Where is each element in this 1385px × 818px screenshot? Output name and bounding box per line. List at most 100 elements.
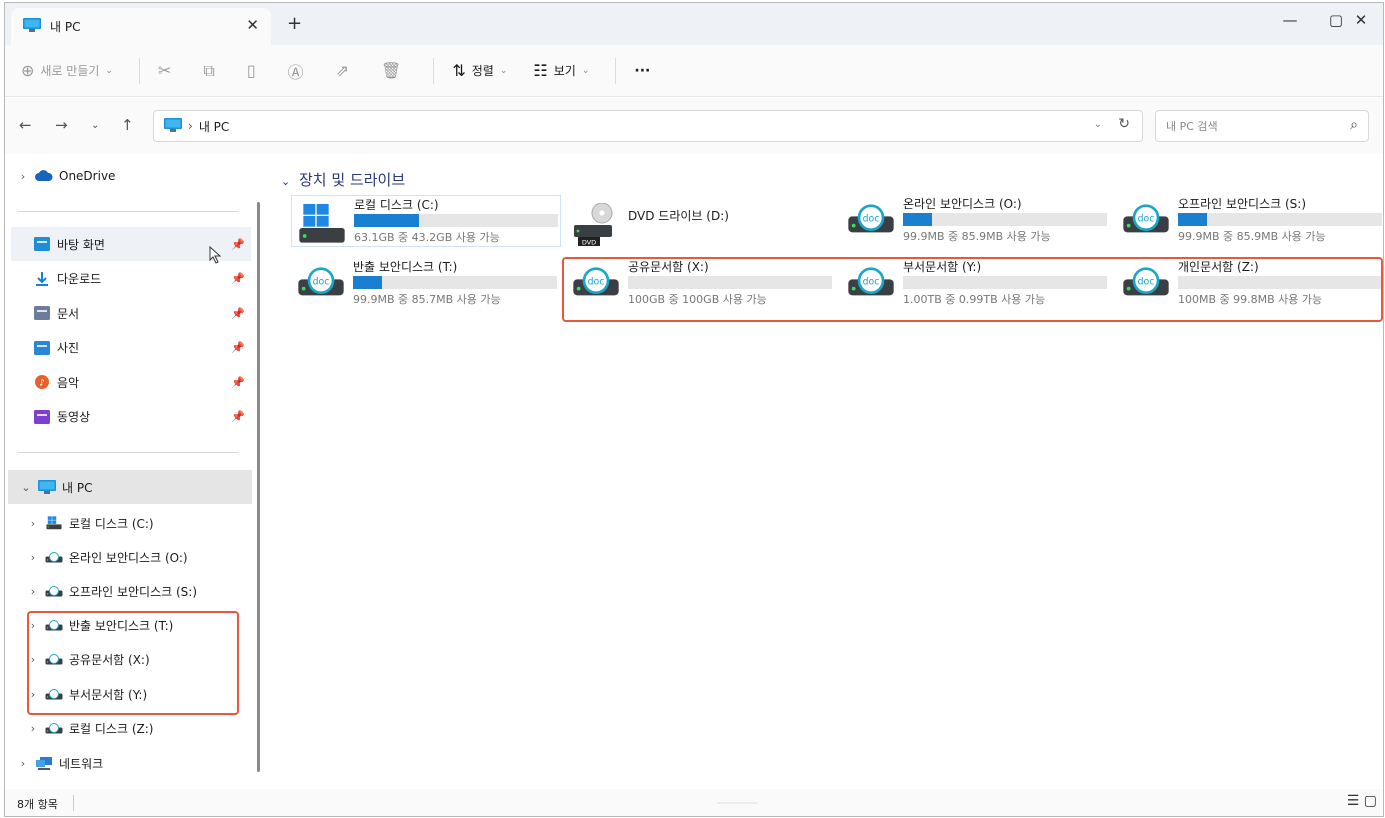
breadcrumb[interactable]: 내 PC xyxy=(199,118,229,135)
scroll-hint xyxy=(717,802,757,804)
expand-chevron-icon[interactable]: › xyxy=(13,757,33,770)
share-icon: ⇗ xyxy=(335,61,350,80)
tiles-view-icon[interactable]: ▢ xyxy=(1364,793,1377,809)
tab-title: 내 PC xyxy=(50,20,81,34)
nav-drive-item[interactable]: › 로컬 디스크 (C:) xyxy=(23,506,243,540)
mouse-cursor-icon xyxy=(209,245,223,267)
drive-usage-fill xyxy=(903,213,932,226)
drive-usage-fill xyxy=(353,276,382,289)
nav-drive-item[interactable]: › 온라인 보안디스크 (O:) xyxy=(23,540,243,574)
nav-quick-label: 바탕 화면 xyxy=(57,237,105,252)
nav-onedrive-label: OneDrive xyxy=(59,169,116,183)
nav-drive-label: 온라인 보안디스크 (O:) xyxy=(69,550,188,565)
nav-network-label: 네트워크 xyxy=(59,756,104,771)
new-tab-button[interactable]: + xyxy=(287,13,302,34)
highlight-box-drives xyxy=(562,257,1383,322)
recent-chevron-icon[interactable]: ⌄ xyxy=(91,120,99,131)
drive-usage-fill xyxy=(1178,213,1207,226)
nav-quick-label: 음악 xyxy=(57,375,80,390)
secure-disk-icon xyxy=(43,585,65,598)
nav-quick-item[interactable]: ♪ 음악 📌 xyxy=(11,365,251,399)
expand-chevron-icon[interactable]: › xyxy=(23,517,43,530)
nav-scrollbar[interactable] xyxy=(257,202,260,772)
sort-button[interactable]: ⇅ 정렬 ⌄ xyxy=(452,61,507,80)
item-count: 8개 항목 xyxy=(17,798,58,811)
up-arrow-icon[interactable]: ↑ xyxy=(121,116,134,134)
details-view-icon[interactable]: ☰ xyxy=(1347,793,1360,809)
pin-icon[interactable]: 📌 xyxy=(231,341,245,354)
nav-drive-item[interactable]: › 로컬 디스크 (Z:) xyxy=(23,711,243,745)
pin-icon[interactable]: 📌 xyxy=(231,307,245,320)
nav-this-pc-label: 내 PC xyxy=(62,480,93,495)
drive-tile[interactable]: doc 오프라인 보안디스크 (S:) 99.9MB 중 85.9MB 사용 가능 xyxy=(1116,195,1383,247)
nav-this-pc[interactable]: ⌄ 내 PC xyxy=(8,470,252,504)
plus-circle-icon: ⊕ xyxy=(21,61,35,80)
close-button[interactable]: ✕ xyxy=(1346,11,1376,29)
share-button[interactable]: ⇗ xyxy=(336,61,355,80)
search-box[interactable]: ⌕ xyxy=(1155,110,1369,142)
drive-tile[interactable]: doc 반출 보안디스크 (T:) 99.9MB 중 85.7MB 사용 가능 xyxy=(291,258,561,310)
toolbar-divider xyxy=(138,57,140,84)
nav-quick-label: 사진 xyxy=(57,341,80,355)
address-history-chevron-icon[interactable]: ⌄ xyxy=(1094,119,1102,130)
nav-onedrive[interactable]: › OneDrive xyxy=(13,159,243,193)
group-header[interactable]: ⌄ 장치 및 드라이브 xyxy=(281,169,405,190)
secure-disk-icon xyxy=(43,722,65,735)
nav-network[interactable]: › 네트워크 xyxy=(13,746,243,780)
drive-usage-bar xyxy=(1178,213,1382,226)
paste-button[interactable]: ▯ xyxy=(247,61,262,80)
nav-quick-item[interactable]: 동영상 📌 xyxy=(11,400,251,434)
pin-icon[interactable]: 📌 xyxy=(231,238,245,251)
drive-tile[interactable]: DVD DVD 드라이브 (D:) xyxy=(566,195,836,247)
drive-name: DVD 드라이브 (D:) xyxy=(628,209,729,223)
secure-disk-icon: doc xyxy=(847,203,895,238)
sort-button-label: 정렬 xyxy=(471,64,494,78)
nav-quick-item[interactable]: 문서 📌 xyxy=(11,296,251,330)
minimize-button[interactable]: — xyxy=(1275,11,1305,29)
collapse-chevron-icon[interactable]: ⌄ xyxy=(16,481,36,494)
sort-icon: ⇅ xyxy=(452,61,466,80)
back-arrow-icon[interactable]: ← xyxy=(19,116,32,134)
view-toggles: ☰ ▢ xyxy=(1347,793,1377,809)
more-options-button[interactable]: ··· xyxy=(634,63,650,79)
content-pane: ⌄ 장치 및 드라이브 로컬 디스크 (C:) 63.1GB 중 43.2GB 사… xyxy=(273,154,1383,788)
copy-button[interactable]: ⧉ xyxy=(203,61,220,81)
expand-chevron-icon[interactable]: › xyxy=(23,722,43,735)
expand-chevron-icon[interactable]: › xyxy=(23,585,43,598)
delete-button[interactable]: 🗑 xyxy=(381,61,407,80)
nav-quick-label: 동영상 xyxy=(57,410,91,424)
drive-tile[interactable]: 로컬 디스크 (C:) 63.1GB 중 43.2GB 사용 가능 xyxy=(291,195,561,247)
nav-drive-item[interactable]: › 오프라인 보안디스크 (S:) xyxy=(23,574,243,608)
search-input[interactable] xyxy=(1166,111,1336,141)
network-icon xyxy=(33,756,55,770)
tab-close-icon[interactable]: ✕ xyxy=(246,16,259,34)
this-pc-icon xyxy=(36,480,58,494)
pin-icon[interactable]: 📌 xyxy=(231,272,245,285)
expand-chevron-icon[interactable]: › xyxy=(13,170,33,183)
secure-disk-icon xyxy=(43,551,65,564)
drive-usage-bar xyxy=(353,276,557,289)
address-row: ← → ⌄ ↑ › 내 PC ⌄ ↻ ⌕ xyxy=(5,98,1383,154)
pin-icon[interactable]: 📌 xyxy=(231,376,245,389)
nav-divider xyxy=(17,211,239,212)
chevron-down-icon: ⌄ xyxy=(499,65,508,76)
nav-quick-item[interactable]: 사진 📌 xyxy=(11,331,251,365)
view-button[interactable]: ☷ 보기 ⌄ xyxy=(533,61,589,80)
drive-size-text: 99.9MB 중 85.7MB 사용 가능 xyxy=(353,293,501,306)
title-bar: 내 PC ✕ + — ▢ ✕ xyxy=(5,3,1383,45)
tab-this-pc[interactable]: 내 PC ✕ xyxy=(11,8,271,45)
pin-icon[interactable]: 📌 xyxy=(231,410,245,423)
search-icon[interactable]: ⌕ xyxy=(1350,117,1358,133)
secure-disk-icon: doc xyxy=(1122,203,1170,238)
forward-arrow-icon[interactable]: → xyxy=(55,116,68,134)
new-button[interactable]: ⊕ 새로 만들기 ⌄ xyxy=(21,61,113,80)
status-bar: 8개 항목 ☰ ▢ xyxy=(5,789,1383,816)
secure-disk-icon: doc xyxy=(297,266,345,301)
refresh-icon[interactable]: ↻ xyxy=(1118,116,1130,132)
address-bar[interactable]: › 내 PC ⌄ ↻ xyxy=(153,110,1143,142)
nav-drive-label: 로컬 디스크 (C:) xyxy=(69,516,154,531)
cut-button[interactable]: ✂ xyxy=(158,61,177,80)
expand-chevron-icon[interactable]: › xyxy=(23,551,43,564)
drive-tile[interactable]: doc 온라인 보안디스크 (O:) 99.9MB 중 85.9MB 사용 가능 xyxy=(841,195,1111,247)
rename-button[interactable]: Ⓐ xyxy=(288,59,310,83)
